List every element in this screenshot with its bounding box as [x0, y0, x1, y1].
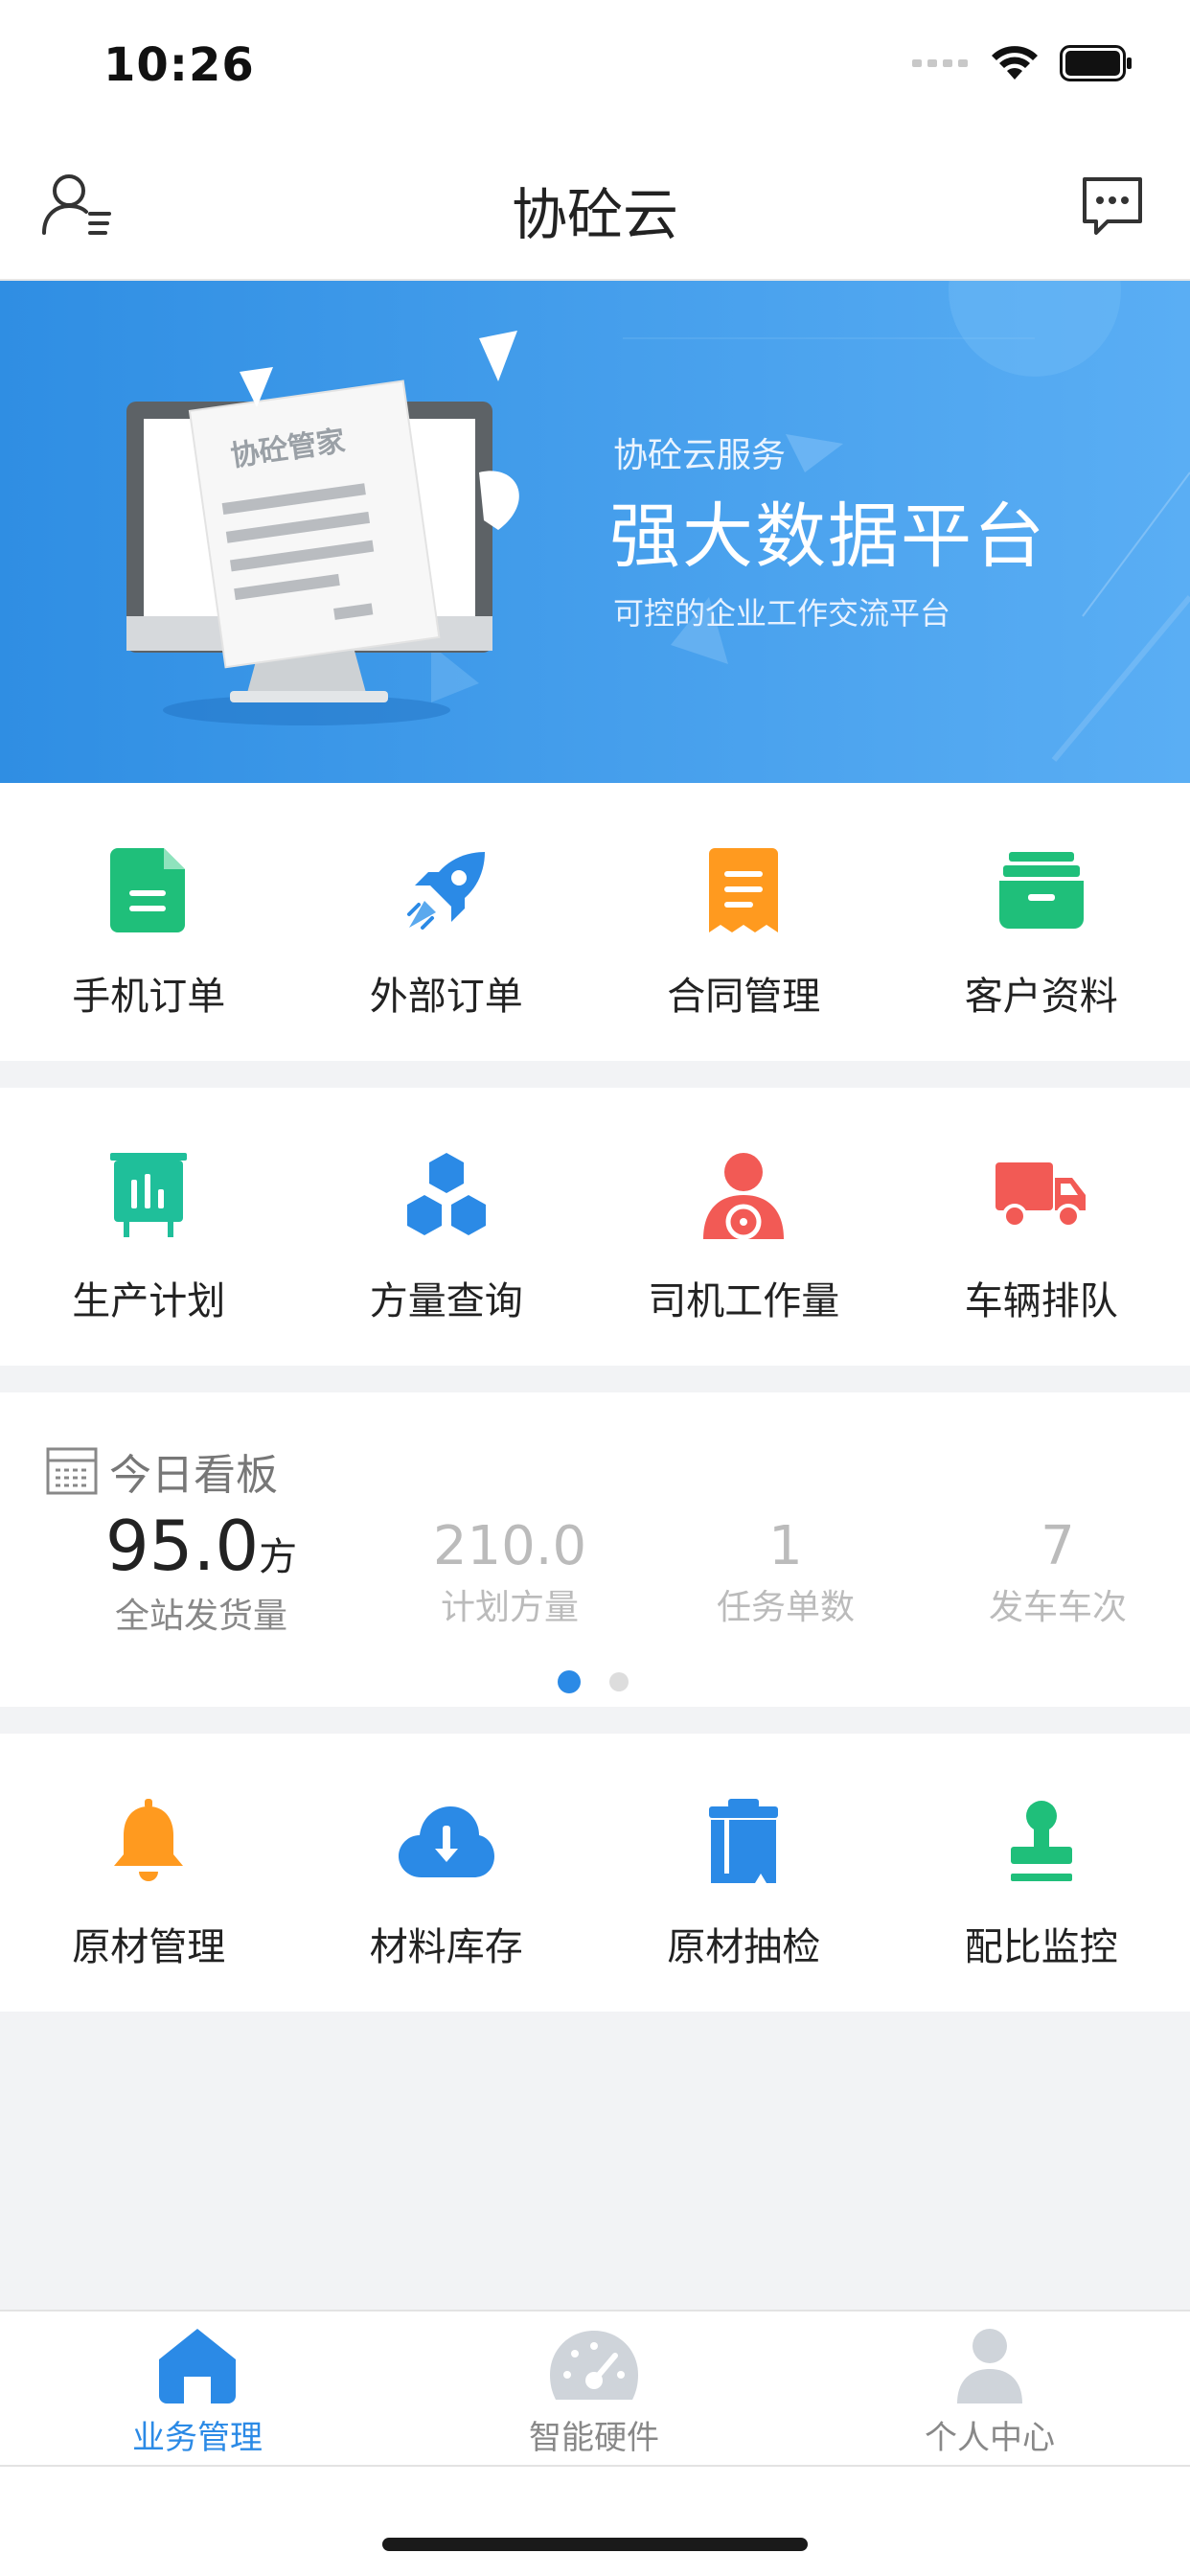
plan-board-icon [96, 1147, 201, 1243]
stat-label: 全站发货量 [114, 1597, 287, 1636]
menu-item-raw-material-inspection[interactable]: 原材抽检 [595, 1793, 893, 1971]
menu-item-mobile-order[interactable]: 手机订单 [0, 842, 298, 1021]
bell-icon [96, 1793, 201, 1889]
page-indicator [0, 1670, 1190, 1693]
menu-group-orders: 手机订单 外部订单 合同管理 客户资料 [0, 783, 1190, 1061]
hexagons-icon [394, 1147, 499, 1243]
stat-value: 7 [1041, 1515, 1075, 1577]
status-time: 10:26 [103, 38, 255, 92]
calendar-board-icon [46, 1447, 98, 1495]
signal-icon [912, 59, 968, 67]
page-title: 协砼云 [511, 182, 678, 247]
banner-description: 可控的企业工作交流平台 [613, 595, 951, 632]
status-indicators [912, 44, 1133, 82]
tab-smart-hardware[interactable]: 智能硬件 [479, 2327, 709, 2458]
menu-item-label: 方量查询 [369, 1279, 523, 1323]
tab-label: 个人中心 [925, 2419, 1055, 2457]
menu-item-label: 生产计划 [72, 1279, 226, 1323]
tab-business-management[interactable]: 业务管理 [82, 2327, 312, 2458]
menu-item-label: 手机订单 [72, 975, 226, 1019]
menu-item-driver-workload[interactable]: 司机工作量 [595, 1147, 893, 1325]
stat-unit: 方 [259, 1535, 298, 1579]
message-icon[interactable] [1079, 173, 1146, 241]
menu-item-material-inventory[interactable]: 材料库存 [298, 1793, 596, 1971]
menu-item-contract-management[interactable]: 合同管理 [595, 842, 893, 1021]
stat-label: 发车车次 [988, 1588, 1127, 1627]
rocket-icon [394, 842, 499, 938]
menu-item-vehicle-queue[interactable]: 车辆排队 [893, 1147, 1190, 1325]
gauge-icon [550, 2331, 638, 2400]
wifi-icon [992, 46, 1038, 80]
stat-label: 任务单数 [716, 1588, 855, 1627]
document-icon [96, 842, 201, 938]
stat-value: 1 [768, 1515, 803, 1577]
menu-item-label: 材料库存 [369, 1925, 523, 1969]
tab-personal-center[interactable]: 个人中心 [875, 2327, 1105, 2458]
menu-item-label: 外部订单 [369, 975, 523, 1019]
clipboard-icon [691, 1793, 796, 1889]
stat-planned-volume: 210.0 计划方量 [395, 1515, 625, 1629]
today-dashboard[interactable]: 今日看板 95.0方 全站发货量 210.0 计划方量 1 任务单数 7 发车车… [0, 1392, 1190, 1707]
stamp-icon [989, 1793, 1094, 1889]
battery-icon [1060, 45, 1132, 81]
banner-subtitle: 协砼云服务 [613, 436, 787, 475]
dashboard-title: 今日看板 [109, 1451, 278, 1500]
menu-group-production: 生产计划 方量查询 司机工作量 车辆排队 [0, 1088, 1190, 1366]
menu-item-mix-ratio-monitor[interactable]: 配比监控 [893, 1793, 1190, 1971]
menu-item-volume-query[interactable]: 方量查询 [298, 1147, 596, 1325]
dashboard-header: 今日看板 [46, 1440, 278, 1502]
menu-item-label: 客户资料 [964, 975, 1118, 1019]
truck-icon [989, 1147, 1094, 1243]
promo-banner[interactable]: 协砼管家 协砼云服务 强大数据平台 可控的企业工作交流平台 [0, 281, 1190, 783]
home-icon [159, 2329, 236, 2404]
stat-label: 计划方量 [440, 1588, 579, 1627]
status-bar: 10:26 [0, 0, 1190, 129]
banner-title: 强大数据平台 [609, 495, 1046, 578]
archive-box-icon [989, 842, 1094, 938]
stat-dispatch-count: 7 发车车次 [943, 1515, 1173, 1629]
tabbar-divider [0, 2465, 1190, 2467]
menu-item-external-order[interactable]: 外部订单 [298, 842, 596, 1021]
page-dot[interactable] [558, 1670, 581, 1693]
driver-icon [691, 1147, 796, 1243]
menu-item-label: 合同管理 [667, 975, 821, 1019]
cloud-download-icon [394, 1793, 499, 1889]
menu-item-label: 原材管理 [72, 1925, 226, 1969]
stat-value: 95.0 [104, 1506, 260, 1586]
nav-bar: 协砼云 [0, 129, 1190, 281]
menu-item-production-plan[interactable]: 生产计划 [0, 1147, 298, 1325]
stat-value: 210.0 [432, 1515, 587, 1577]
page-dot[interactable] [609, 1672, 629, 1691]
tab-label: 智能硬件 [529, 2419, 659, 2457]
stat-task-count: 1 任务单数 [671, 1515, 901, 1629]
receipt-icon [691, 842, 796, 938]
stat-total-shipment: 95.0方 全站发货量 [77, 1506, 326, 1638]
menu-item-label: 车辆排队 [964, 1279, 1118, 1323]
menu-item-raw-material-management[interactable]: 原材管理 [0, 1793, 298, 1971]
tab-bar: 业务管理 智能硬件 个人中心 [0, 2310, 1190, 2576]
tab-label: 业务管理 [132, 2419, 263, 2457]
person-icon [957, 2329, 1022, 2404]
home-indicator[interactable] [382, 2538, 808, 2551]
menu-item-label: 配比监控 [964, 1925, 1118, 1969]
menu-item-customer-info[interactable]: 客户资料 [893, 842, 1190, 1021]
menu-item-label: 司机工作量 [648, 1279, 840, 1323]
menu-item-label: 原材抽检 [667, 1925, 821, 1969]
menu-group-materials: 原材管理 材料库存 原材抽检 配比监控 [0, 1734, 1190, 2012]
